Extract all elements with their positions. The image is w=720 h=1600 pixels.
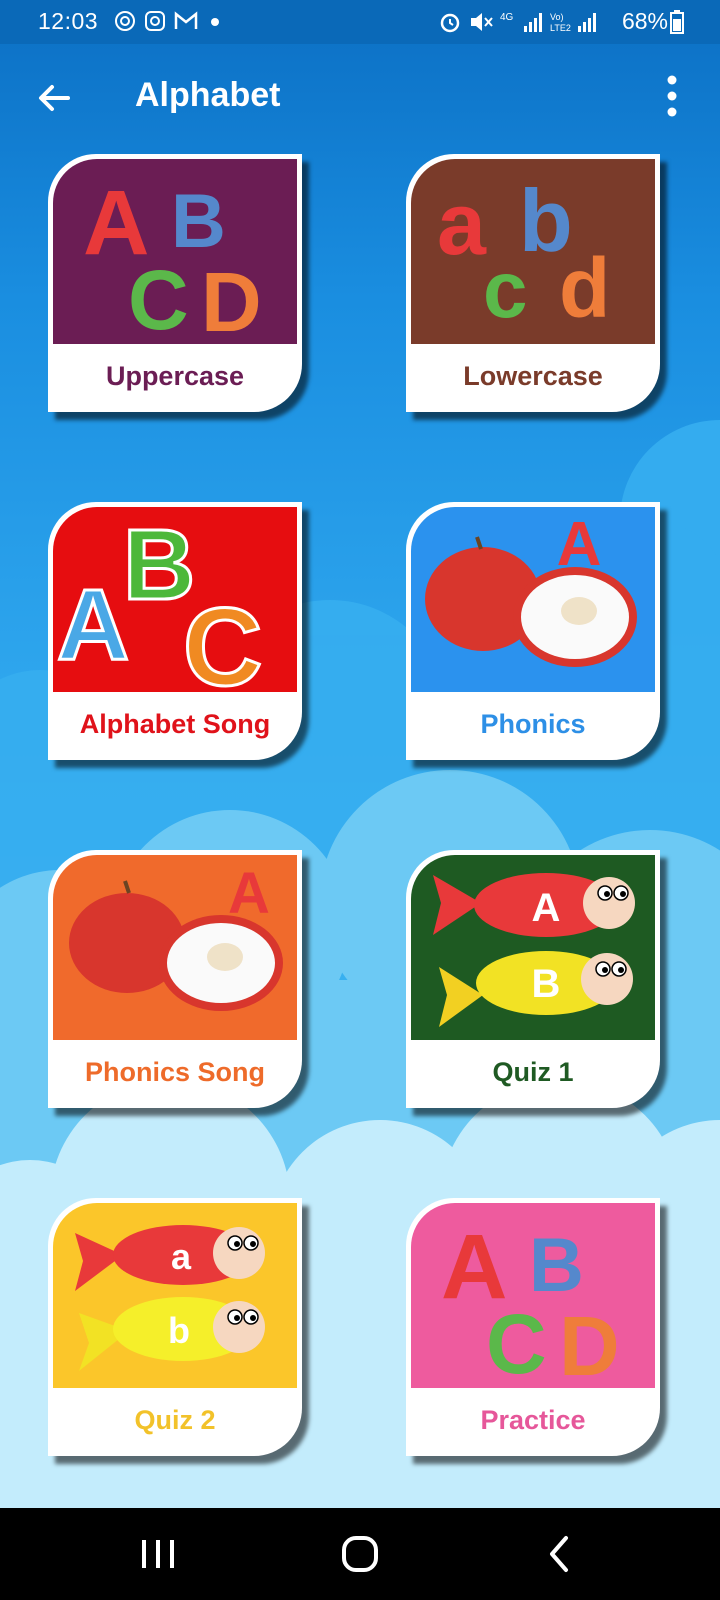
svg-text:A: A [557,510,602,579]
card-frame: a b Quiz 2 [48,1198,302,1456]
nav-back-icon[interactable] [530,1526,590,1582]
card-frame: A B C D Practice [406,1198,660,1456]
svg-text:A: A [228,861,270,926]
signal-4g-icon: 4G [500,12,542,32]
card-quiz-2[interactable]: a b Quiz 2 [48,1198,302,1456]
svg-text:C: C [486,1297,547,1388]
recents-icon[interactable] [128,1526,188,1582]
svg-text:d: d [559,241,610,335]
svg-text:Vo): Vo) [550,12,564,22]
card-quiz-1[interactable]: A B Quiz 1 [406,850,660,1108]
card-label: Practice [480,1405,586,1435]
svg-text:C: C [183,586,262,692]
card-label: Phonics Song [84,1057,265,1087]
quiz-1-image: A B [411,855,655,1040]
back-arrow-icon[interactable] [34,78,74,118]
system-navigation-bar [0,1508,720,1600]
status-bar: 12:03 4G Vo) LTE2 68% [0,0,720,44]
svg-text:D: D [559,1299,620,1388]
svg-text:D: D [201,255,262,344]
svg-text:4G: 4G [500,12,514,23]
page-title: Alphabet [135,76,281,114]
gmail-icon [174,11,198,29]
phonics-song-image: A [53,855,297,1040]
card-phonics-song[interactable]: A Phonics Song [48,850,302,1108]
status-time: 12:03 [38,8,99,34]
svg-text:a: a [171,1236,192,1277]
svg-text:A: A [532,886,561,930]
svg-text:c: c [483,245,528,334]
card-label: Alphabet Song [79,709,271,739]
mute-icon [471,13,493,31]
svg-text:A: A [57,569,129,681]
dot-icon [211,18,219,26]
card-practice[interactable]: A B C D Practice [406,1198,660,1456]
card-frame: A B C D Uppercase [48,154,302,412]
alphabet-song-image: B A C [53,507,297,692]
svg-text:B: B [529,1223,584,1308]
card-frame: A Phonics [406,502,660,760]
card-label: Uppercase [105,361,245,391]
screen: 12:03 4G Vo) LTE2 68% Alphabet A B C D U… [0,0,720,1600]
phonics-image: A [411,507,655,692]
signal-lte2-icon: Vo)LTE2 [550,12,596,33]
card-phonics[interactable]: A Phonics [406,502,660,760]
card-frame: a b c d Lowercase [406,154,660,412]
card-label: Phonics [480,709,586,739]
card-frame: A Phonics Song [48,850,302,1108]
uppercase-image: A B C D [53,159,297,344]
battery-percent: 68% [621,8,668,34]
svg-text:C: C [128,253,189,344]
instagram-icon [145,11,165,31]
more-options-icon[interactable] [666,74,678,118]
svg-text:LTE2: LTE2 [550,23,571,33]
card-label: Lowercase [463,361,603,391]
card-lowercase[interactable]: a b c d Lowercase [406,154,660,412]
sync-icon [115,11,135,31]
svg-text:B: B [532,962,561,1006]
card-uppercase[interactable]: A B C D Uppercase [48,154,302,412]
card-label: Quiz 2 [134,1405,216,1435]
quiz-2-image: a b [53,1203,297,1388]
alarm-icon [440,13,460,33]
card-alphabet-song[interactable]: B A C Alphabet Song [48,502,302,760]
battery-icon [670,10,684,34]
card-frame: A B Quiz 1 [406,850,660,1108]
card-frame: B A C Alphabet Song [48,502,302,760]
card-label: Quiz 1 [492,1057,574,1087]
home-icon[interactable] [330,1526,390,1582]
app-bar: Alphabet [0,44,720,148]
svg-text:B: B [171,179,226,264]
lowercase-image: a b c d [411,159,655,344]
practice-image: A B C D [411,1203,655,1388]
svg-text:b: b [168,1310,190,1351]
svg-text:a: a [437,174,487,273]
